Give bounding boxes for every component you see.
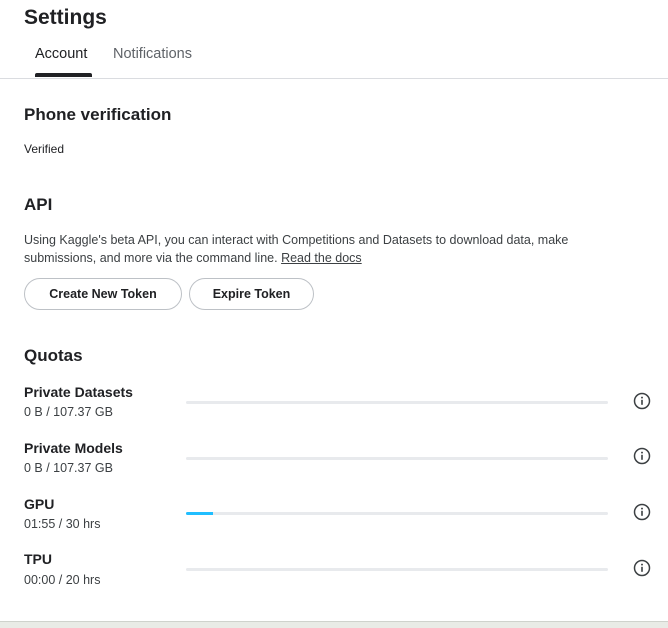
- read-docs-link[interactable]: Read the docs: [281, 251, 362, 265]
- quota-usage: 0 B / 107.37 GB: [24, 461, 113, 475]
- info-icon[interactable]: [633, 559, 651, 577]
- quota-progress-bar: [186, 401, 608, 404]
- quota-usage: 00:00 / 20 hrs: [24, 573, 101, 587]
- info-icon[interactable]: [633, 392, 651, 410]
- phone-verification-status: Verified: [24, 142, 65, 156]
- quota-usage: 01:55 / 30 hrs: [24, 517, 101, 531]
- api-heading: API: [24, 195, 53, 214]
- page-title: Settings: [24, 6, 107, 29]
- quota-progress-bar: [186, 457, 608, 460]
- quota-progress-bar: [186, 568, 608, 571]
- active-tab-indicator: [35, 73, 92, 77]
- quota-progress-fill: [186, 512, 213, 515]
- info-icon[interactable]: [633, 447, 651, 465]
- quotas-heading: Quotas: [24, 346, 83, 365]
- quota-usage: 0 B / 107.37 GB: [24, 405, 113, 419]
- quota-label: TPU: [24, 551, 52, 567]
- quota-label: GPU: [24, 496, 55, 512]
- quota-label: Private Datasets: [24, 384, 133, 400]
- phone-verification-heading: Phone verification: [24, 105, 172, 124]
- tab-bar: Account Notifications: [0, 40, 668, 79]
- quota-progress-bar: [186, 512, 608, 515]
- info-icon[interactable]: [633, 503, 651, 521]
- api-description: Using Kaggle's beta API, you can interac…: [24, 231, 634, 267]
- tab-account[interactable]: Account: [35, 46, 87, 62]
- tab-notifications[interactable]: Notifications: [113, 46, 192, 62]
- create-new-token-button[interactable]: Create New Token: [24, 278, 182, 310]
- expire-token-button[interactable]: Expire Token: [189, 278, 314, 310]
- quota-label: Private Models: [24, 440, 123, 456]
